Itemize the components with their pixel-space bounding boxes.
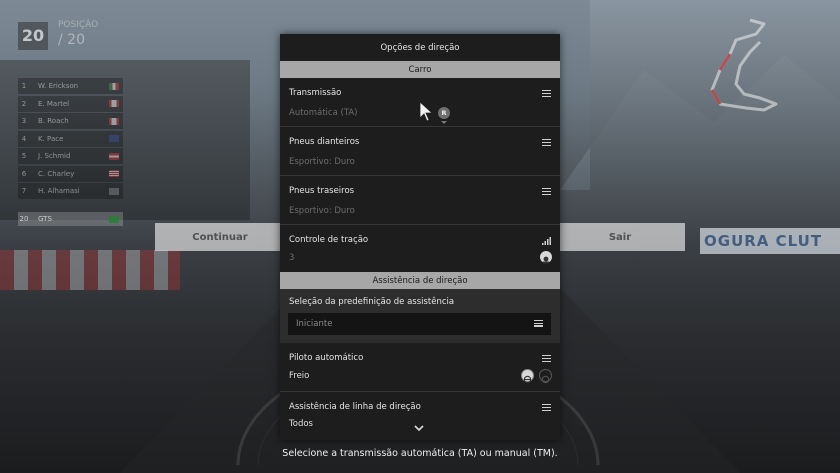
race-position-label: POSIÇÃO: [58, 20, 99, 30]
option-label: Pneus dianteiros: [289, 137, 360, 147]
standing-position: 4: [21, 134, 27, 143]
standing-row: 5 J. Schmid: [18, 148, 123, 164]
austria-flag-icon: [109, 152, 119, 160]
usa-flag-icon: [109, 170, 119, 177]
uk-flag-icon: [109, 135, 119, 142]
menu-lines-icon[interactable]: [542, 139, 551, 147]
menu-lines-icon[interactable]: [534, 319, 543, 329]
panel-title: Opções de direção: [380, 42, 460, 53]
chevron-down-icon[interactable]: [414, 424, 424, 432]
menu-lines-icon[interactable]: [542, 188, 551, 196]
standing-row: 7 H. Alhamasi: [18, 183, 123, 199]
standings-list: 1 W. Erickson 2 E. Martel 3 B. Roach 4 K. Pace 5…: [18, 78, 123, 201]
assist-preset-select[interactable]: Iniciante: [288, 313, 551, 335]
exit-button[interactable]: Sair: [555, 223, 685, 251]
option-label: Assistência de linha de direção: [289, 402, 421, 412]
canada-flag-icon: [109, 100, 119, 107]
player-name: GTS: [38, 215, 52, 223]
steering-wheel-icon[interactable]: [521, 369, 534, 384]
standing-row: 2 E. Martel: [18, 95, 123, 112]
menu-lines-icon[interactable]: [542, 404, 551, 412]
option-autopilot[interactable]: Piloto automático Freio: [280, 343, 560, 392]
driving-options-panel: Opções de direção Carro Transmissão Auto…: [280, 34, 560, 440]
menu-lines-icon[interactable]: [542, 90, 551, 98]
brazil-flag-icon: [109, 215, 119, 223]
standing-position: 1: [21, 82, 27, 90]
option-assist-preset[interactable]: Seleção da predefinição de assistência I…: [280, 289, 560, 343]
option-value: 3: [289, 253, 295, 263]
option-label: Controle de tração: [289, 235, 369, 245]
track-kerb: [0, 250, 180, 290]
mexico-flag-icon: [109, 82, 119, 90]
option-rear-tyres[interactable]: Pneus traseiros Esportivo: Duro: [280, 176, 560, 225]
standing-position: 5: [21, 152, 27, 160]
option-value: Todos: [289, 419, 313, 429]
pointer-cursor-icon: [419, 101, 434, 122]
driver-name: H. Alhamasi: [38, 187, 80, 195]
standing-row: 3 B. Roach: [18, 113, 123, 129]
option-front-tyres[interactable]: Pneus dianteiros Esportivo: Duro: [280, 127, 560, 176]
player-position: 20: [19, 215, 29, 223]
traction-assist-icon: [540, 251, 552, 264]
race-position-hud: 20 POSIÇÃO / 20: [18, 20, 148, 52]
option-traction-control[interactable]: Controle de tração 3: [280, 225, 560, 272]
option-label: Seleção da predefinição de assistência: [289, 297, 455, 307]
race-position-total: / 20: [58, 32, 85, 48]
player-standing-row: 20 GTS: [18, 212, 123, 226]
driver-name: K. Pace: [38, 134, 64, 143]
option-value: Automática (TA): [289, 108, 358, 118]
option-label: Transmissão: [289, 88, 342, 98]
section-header-driving-assist: Assistência de direção: [280, 272, 560, 289]
driver-name: W. Erickson: [38, 82, 79, 90]
standing-row: 6 C. Charley: [18, 165, 123, 182]
menu-lines-icon[interactable]: [542, 355, 551, 363]
driver-name: C. Charley: [38, 169, 75, 178]
help-hint-text: Selecione a transmissão automática (TA) …: [282, 448, 558, 459]
option-driving-line-assist[interactable]: Assistência de linha de direção Todos: [280, 392, 560, 440]
option-value: Iniciante: [296, 319, 333, 329]
continue-button[interactable]: Continuar: [155, 223, 285, 251]
option-label: Pneus traseiros: [289, 186, 355, 196]
steering-wheel-off-icon[interactable]: [539, 369, 552, 384]
standing-position: 2: [21, 99, 27, 108]
standing-position: 6: [21, 169, 27, 178]
canada-flag-icon: [109, 117, 119, 125]
standing-position: 3: [21, 117, 27, 125]
option-value: Esportivo: Duro: [289, 206, 355, 216]
option-label: Piloto automático: [289, 353, 364, 363]
driver-name: E. Martel: [38, 99, 70, 108]
track-minimap-icon: [710, 18, 778, 112]
r-button-badge: R: [438, 107, 450, 119]
generic-flag-icon: [109, 187, 119, 195]
standing-row: 1 W. Erickson: [18, 78, 123, 94]
driver-name: J. Schmid: [38, 152, 71, 160]
option-value: Esportivo: Duro: [289, 157, 355, 167]
race-position-number: 20: [18, 22, 48, 50]
signal-bars-icon: [542, 237, 551, 245]
driver-name: B. Roach: [38, 117, 69, 125]
caret-down-icon: [441, 121, 447, 124]
option-value: Freio: [289, 371, 310, 381]
section-header-car: Carro: [280, 61, 560, 78]
trackside-banner-text: OGURA CLUT: [704, 232, 823, 250]
standing-position: 7: [21, 187, 27, 195]
standing-row: 4 K. Pace: [18, 130, 123, 147]
